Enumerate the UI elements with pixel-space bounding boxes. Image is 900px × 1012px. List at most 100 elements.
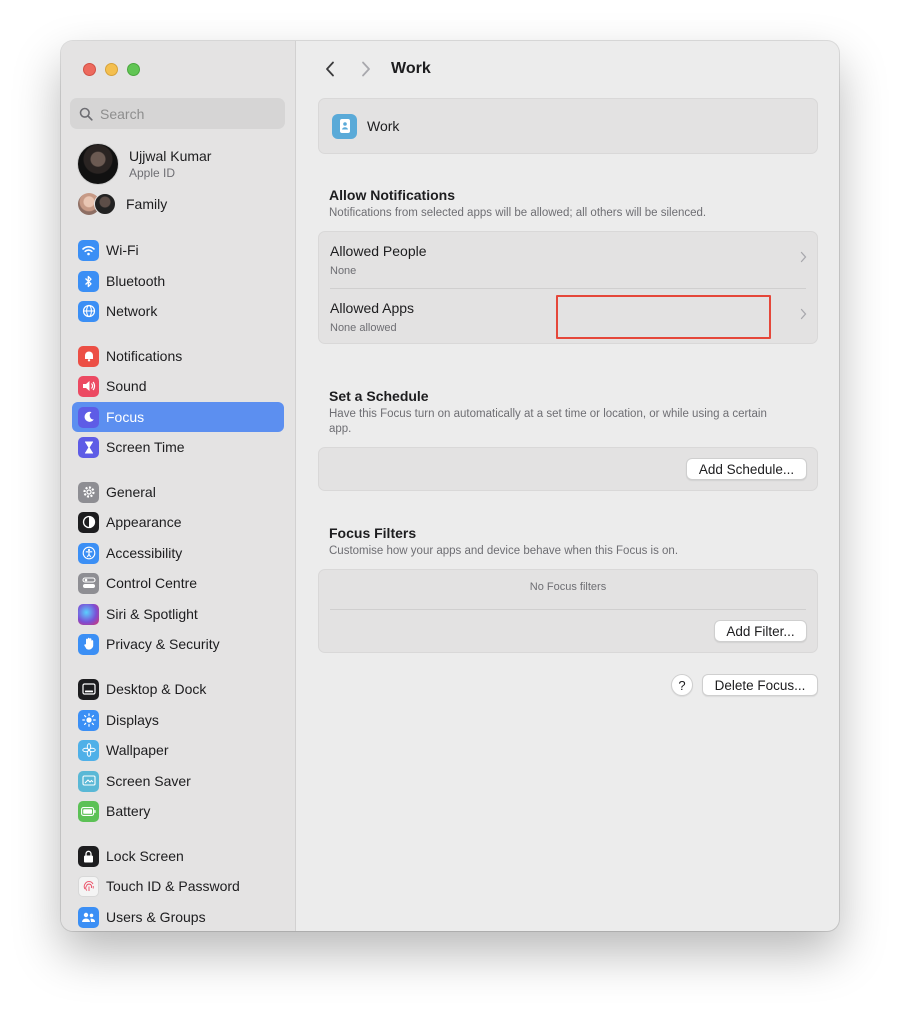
siri-icon [78, 603, 99, 625]
allowed-people-title: Allowed People [330, 243, 427, 259]
control-centre-icon [78, 572, 99, 594]
close-window-button[interactable] [83, 63, 96, 76]
sidebar-item-desktop-dock[interactable]: Desktop & Dock [72, 674, 284, 704]
sidebar-item-control-centre[interactable]: Control Centre [72, 568, 284, 598]
allowed-apps-value: None allowed [330, 322, 397, 334]
focus-name: Work [367, 118, 400, 134]
sidebar-item-general[interactable]: General [72, 477, 284, 507]
toolbar: Work [319, 57, 431, 81]
accessibility-icon [78, 542, 99, 564]
profile-name: Ujjwal Kumar [129, 147, 212, 164]
sidebar-item-screen-saver[interactable]: Screen Saver [72, 766, 284, 796]
sidebar-item-privacy-security[interactable]: Privacy & Security [72, 629, 284, 659]
moon-icon [78, 406, 99, 428]
sidebar-item-screen-time[interactable]: Screen Time [72, 432, 284, 462]
sidebar-item-label: Screen Time [106, 439, 185, 455]
profile-subtitle: Apple ID [129, 165, 176, 180]
battery-icon [78, 800, 99, 822]
sidebar-item-family[interactable]: Family [78, 193, 167, 215]
focus-filters-card: No Focus filters Add Filter... [318, 569, 818, 653]
search-field[interactable]: Search [70, 98, 285, 129]
sidebar-item-label: Network [106, 303, 158, 319]
hourglass-icon [78, 436, 99, 458]
sidebar-item-label: Privacy & Security [106, 636, 220, 652]
sidebar-item-network[interactable]: Network [72, 296, 284, 326]
minimize-window-button[interactable] [105, 63, 118, 76]
focus-filters-description: Customise how your apps and device behav… [329, 545, 679, 557]
flower-icon [78, 739, 99, 761]
sidebar-item-wifi[interactable]: Wi-Fi [72, 235, 284, 265]
sidebar: Search Ujjwal Kumar Apple ID Family Wi-F… [61, 41, 296, 931]
globe-icon [78, 300, 99, 322]
sidebar-item-wallpaper[interactable]: Wallpaper [72, 735, 284, 765]
family-label: Family [126, 196, 168, 212]
schedule-card: Add Schedule... [318, 447, 818, 491]
sidebar-item-sound[interactable]: Sound [72, 371, 284, 401]
allowed-people-value: None [330, 265, 357, 277]
page-title: Work [391, 60, 431, 77]
sidebar-item-bluetooth[interactable]: Bluetooth [72, 266, 284, 296]
sidebar-item-notifications[interactable]: Notifications [72, 341, 284, 371]
apple-id-profile[interactable]: Ujjwal Kumar Apple ID [77, 143, 211, 185]
delete-focus-button[interactable]: Delete Focus... [702, 674, 818, 696]
allow-notifications-description: Notifications from selected apps will be… [329, 207, 707, 219]
sidebar-item-label: Accessibility [106, 545, 183, 561]
search-icon [79, 107, 93, 121]
sidebar-item-label: Touch ID & Password [106, 878, 240, 894]
chevron-right-icon [800, 308, 807, 320]
sidebar-item-displays[interactable]: Displays [72, 705, 284, 735]
sidebar-item-label: Displays [106, 712, 159, 728]
avatar [77, 143, 119, 185]
back-button[interactable] [319, 58, 341, 80]
sidebar-item-touch-id[interactable]: Touch ID & Password [72, 871, 284, 901]
chevron-right-icon [362, 61, 370, 77]
sidebar-item-appearance[interactable]: Appearance [72, 507, 284, 537]
sidebar-item-users-groups[interactable]: Users & Groups [72, 902, 284, 931]
sidebar-item-label: Desktop & Dock [106, 681, 207, 697]
chevron-left-icon [326, 61, 334, 77]
sidebar-item-focus[interactable]: Focus [72, 402, 284, 432]
settings-window: Search Ujjwal Kumar Apple ID Family Wi-F… [61, 41, 839, 931]
no-filters-text: No Focus filters [529, 581, 607, 593]
appearance-icon [78, 511, 99, 533]
hand-icon [78, 633, 99, 655]
users-icon [78, 906, 99, 928]
lock-icon [78, 845, 99, 867]
sidebar-item-label: Sound [106, 378, 147, 394]
sidebar-item-label: Siri & Spotlight [106, 606, 198, 622]
speaker-icon [78, 375, 99, 397]
sun-icon [78, 709, 99, 731]
schedule-description: Have this Focus turn on automatically at… [329, 408, 767, 435]
allowed-people-row[interactable]: Allowed People None [319, 232, 817, 288]
help-button[interactable]: ? [671, 674, 693, 696]
work-badge-icon [332, 113, 357, 139]
allow-notifications-heading: Allow Notifications [329, 187, 455, 203]
bluetooth-icon [78, 270, 99, 292]
sidebar-item-battery[interactable]: Battery [72, 796, 284, 826]
window-controls [83, 63, 140, 76]
schedule-heading: Set a Schedule [329, 388, 429, 404]
sidebar-item-label: General [106, 484, 156, 500]
add-schedule-button[interactable]: Add Schedule... [686, 458, 807, 480]
sidebar-item-label: Battery [106, 803, 151, 819]
zoom-window-button[interactable] [127, 63, 140, 76]
sidebar-item-label: Control Centre [106, 575, 198, 591]
dock-icon [78, 678, 99, 700]
sidebar-item-label: Users & Groups [106, 909, 206, 925]
sidebar-item-accessibility[interactable]: Accessibility [72, 538, 284, 568]
family-avatars [78, 193, 118, 215]
add-filter-button[interactable]: Add Filter... [714, 620, 807, 642]
sidebar-item-siri-spotlight[interactable]: Siri & Spotlight [72, 599, 284, 629]
wifi-icon [78, 239, 99, 261]
focus-identity-card[interactable]: Work [318, 98, 818, 154]
fingerprint-icon [78, 875, 99, 897]
sidebar-item-label: Wallpaper [106, 742, 169, 758]
sidebar-item-label: Screen Saver [106, 773, 191, 789]
sidebar-item-label: Notifications [106, 348, 183, 364]
sidebar-item-lock-screen[interactable]: Lock Screen [72, 841, 284, 871]
bell-icon [78, 345, 99, 367]
sidebar-item-label: Lock Screen [106, 848, 184, 864]
row-divider [330, 609, 806, 610]
forward-button[interactable] [355, 58, 377, 80]
focus-filters-heading: Focus Filters [329, 525, 417, 541]
